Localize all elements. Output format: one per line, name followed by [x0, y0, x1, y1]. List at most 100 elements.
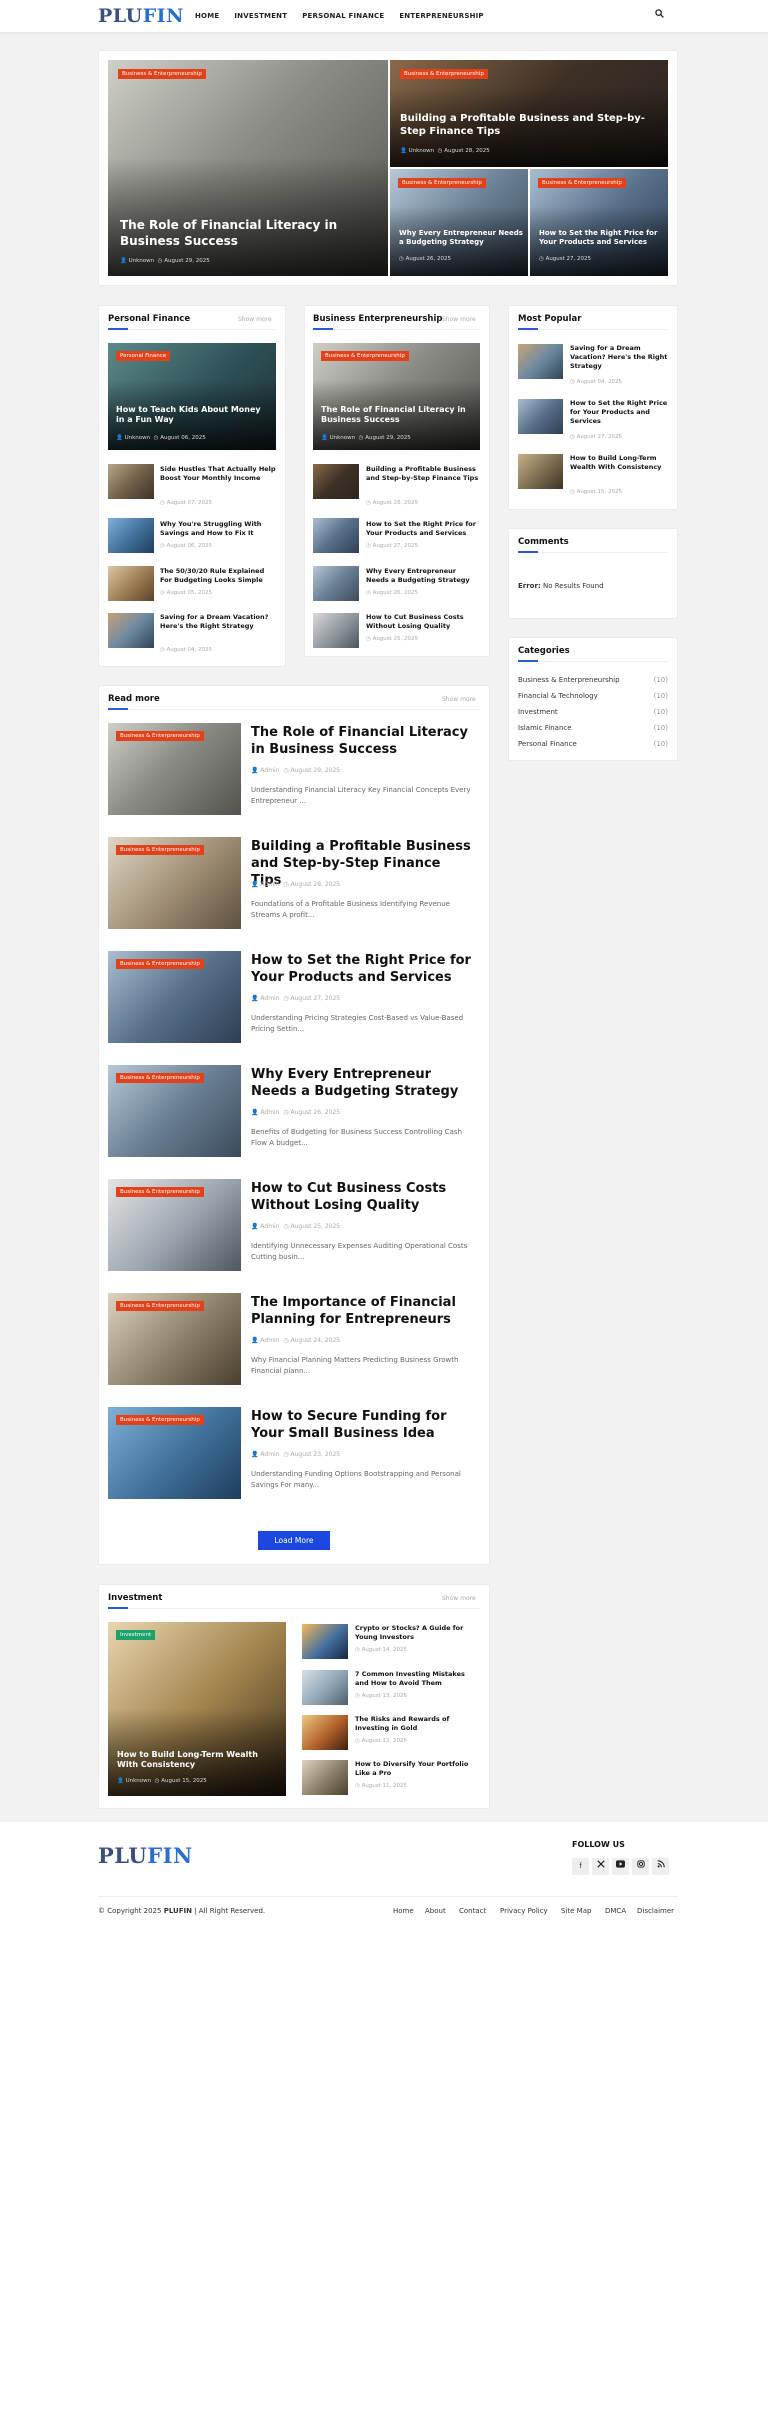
post-tag[interactable]: Business & Enterpreneurship [116, 1187, 204, 1197]
show-more-link[interactable]: Show more [442, 316, 476, 324]
show-more-link[interactable]: Show more [442, 1595, 476, 1603]
post-thumbnail[interactable]: Business & Enterpreneurship [108, 723, 241, 815]
post-title[interactable]: Saving for a Dream Vacation? Here's the … [570, 344, 668, 371]
post-tag[interactable]: Business & Enterpreneurship [116, 1301, 204, 1311]
footer-link-contact[interactable]: Contact [459, 1907, 486, 1916]
nav-home[interactable]: HOME [195, 11, 219, 21]
post-thumbnail[interactable] [518, 454, 563, 489]
post-thumbnail[interactable] [302, 1670, 348, 1705]
category-link[interactable]: Financial & Technology (10) [518, 691, 668, 701]
post-tag[interactable]: Business & Enterpreneurship [116, 1415, 204, 1425]
post-title[interactable]: How to Set the Right Price for Your Prod… [570, 399, 668, 426]
post-thumbnail[interactable]: Business & Enterpreneurship [108, 1293, 241, 1385]
footer-link-privacy-policy[interactable]: Privacy Policy [500, 1907, 548, 1916]
post-thumbnail[interactable] [108, 518, 154, 553]
post-tag[interactable]: Business & Enterpreneurship [116, 731, 204, 741]
post-thumbnail[interactable] [518, 399, 563, 434]
post-title[interactable]: Building a Profitable Business and Step-… [366, 465, 480, 483]
instagram-icon[interactable] [632, 1858, 649, 1875]
post-title[interactable]: How to Teach Kids About Money in a Fun W… [116, 405, 266, 426]
post-tag[interactable]: Business & Enterpreneurship [116, 1073, 204, 1083]
post-title[interactable]: The Importance of Financial Planning for… [251, 1294, 471, 1328]
footer-logo[interactable]: PLUFIN [98, 1843, 193, 1869]
hero-top-post[interactable]: Business & Enterpreneurship Building a P… [390, 60, 668, 167]
post-thumbnail[interactable] [313, 464, 359, 499]
post-title[interactable]: Side Hustles That Actually Help Boost Yo… [160, 465, 276, 483]
post-title[interactable]: Why Every Entrepreneur Needs a Budgeting… [399, 229, 523, 247]
feature-post[interactable]: Business & Enterpreneurship The Role of … [313, 343, 480, 450]
post-thumbnail[interactable] [313, 518, 359, 553]
post-title[interactable]: How to Set the Right Price for Your Prod… [251, 952, 471, 986]
post-thumbnail[interactable] [302, 1715, 348, 1750]
post-title[interactable]: The Role of Financial Literacy in Busine… [251, 724, 471, 758]
nav-enterpreneurship[interactable]: ENTERPRENEURSHIP [399, 11, 483, 21]
post-title[interactable]: How to Set the Right Price for Your Prod… [366, 520, 480, 538]
load-more-button[interactable]: Load More [258, 1531, 330, 1550]
post-tag[interactable]: Business & Enterpreneurship [400, 69, 488, 79]
post-title[interactable]: The 50/30/20 Rule Explained For Budgetin… [160, 567, 276, 585]
post-title[interactable]: Why Every Entrepreneur Needs a Budgeting… [366, 567, 480, 585]
youtube-icon[interactable] [612, 1858, 629, 1875]
hero-main-post[interactable]: Business & Enterpreneurship The Role of … [108, 60, 388, 276]
post-tag[interactable]: Business & Enterpreneurship [398, 178, 486, 188]
post-thumbnail[interactable]: Business & Enterpreneurship [108, 1407, 241, 1499]
post-title[interactable]: How to Build Long-Term Wealth With Consi… [570, 454, 668, 472]
post-title[interactable]: How to Build Long-Term Wealth With Consi… [117, 1750, 277, 1771]
footer-link-home[interactable]: Home [393, 1907, 414, 1916]
post-thumbnail[interactable] [518, 344, 563, 379]
post-thumbnail[interactable]: Business & Enterpreneurship [108, 837, 241, 929]
nav-investment[interactable]: INVESTMENT [234, 11, 287, 21]
search-button[interactable] [650, 7, 668, 25]
post-title[interactable]: How to Cut Business Costs Without Losing… [366, 613, 480, 631]
footer-link-site-map[interactable]: Site Map [561, 1907, 591, 1916]
post-title[interactable]: The Risks and Rewards of Investing in Go… [355, 1715, 475, 1733]
hero-bottom-right-post[interactable]: Business & Enterpreneurship How to Set t… [530, 169, 668, 276]
post-title[interactable]: How to Set the Right Price for Your Prod… [539, 229, 663, 247]
nav-personal-finance[interactable]: PERSONAL FINANCE [302, 11, 384, 21]
footer-link-dmca[interactable]: DMCA [605, 1907, 626, 1916]
post-title[interactable]: Building a Profitable Business and Step-… [400, 112, 662, 138]
post-tag[interactable]: Business & Enterpreneurship [116, 959, 204, 969]
post-title[interactable]: 7 Common Investing Mistakes and How to A… [355, 1670, 475, 1688]
post-tag[interactable]: Business & Enterpreneurship [321, 351, 409, 361]
hero-bottom-left-post[interactable]: Business & Enterpreneurship Why Every En… [390, 169, 528, 276]
show-more-link[interactable]: Show more [238, 316, 272, 324]
post-title[interactable]: How to Cut Business Costs Without Losing… [251, 1180, 471, 1214]
post-tag[interactable]: Business & Enterpreneurship [538, 178, 626, 188]
category-link[interactable]: Investment (10) [518, 707, 668, 717]
post-thumbnail[interactable]: Business & Enterpreneurship [108, 1065, 241, 1157]
show-more-link[interactable]: Show more [442, 696, 476, 704]
post-title[interactable]: Crypto or Stocks? A Guide for Young Inve… [355, 1624, 475, 1642]
post-title[interactable]: Why Every Entrepreneur Needs a Budgeting… [251, 1066, 471, 1100]
post-tag[interactable]: Investment [116, 1630, 156, 1640]
feature-post[interactable]: Investment How to Build Long-Term Wealth… [108, 1622, 286, 1796]
post-title[interactable]: Saving for a Dream Vacation? Here's the … [160, 613, 276, 631]
post-thumbnail[interactable] [313, 566, 359, 601]
post-thumbnail[interactable]: Business & Enterpreneurship [108, 951, 241, 1043]
post-tag[interactable]: Business & Enterpreneurship [116, 845, 204, 855]
post-title[interactable]: How to Diversify Your Portfolio Like a P… [355, 1760, 475, 1778]
post-tag[interactable]: Business & Enterpreneurship [118, 69, 206, 79]
category-link[interactable]: Islamic Finance (10) [518, 723, 668, 733]
facebook-icon[interactable]: f [572, 1858, 589, 1875]
post-thumbnail[interactable] [108, 566, 154, 601]
post-title[interactable]: Why You're Struggling With Savings and H… [160, 520, 276, 538]
post-title[interactable]: The Role of Financial Literacy in Busine… [120, 218, 370, 249]
post-thumbnail[interactable] [302, 1760, 348, 1795]
site-logo[interactable]: PLUFIN [98, 5, 184, 27]
post-thumbnail[interactable]: Business & Enterpreneurship [108, 1179, 241, 1271]
post-title[interactable]: How to Secure Funding for Your Small Bus… [251, 1408, 471, 1442]
rss-icon[interactable] [652, 1858, 669, 1875]
feature-post[interactable]: Personal Finance How to Teach Kids About… [108, 343, 276, 450]
post-title[interactable]: The Role of Financial Literacy in Busine… [321, 405, 471, 426]
post-thumbnail[interactable] [108, 613, 154, 648]
post-thumbnail[interactable] [313, 613, 359, 648]
twitter-icon[interactable] [592, 1858, 609, 1875]
post-tag[interactable]: Personal Finance [116, 351, 171, 361]
footer-link-about[interactable]: About [425, 1907, 446, 1916]
footer-link-disclaimer[interactable]: Disclaimer [637, 1907, 674, 1916]
post-thumbnail[interactable] [108, 464, 154, 499]
post-thumbnail[interactable] [302, 1624, 348, 1659]
category-link[interactable]: Personal Finance (10) [518, 739, 668, 749]
category-link[interactable]: Business & Enterpreneurship (10) [518, 675, 668, 685]
